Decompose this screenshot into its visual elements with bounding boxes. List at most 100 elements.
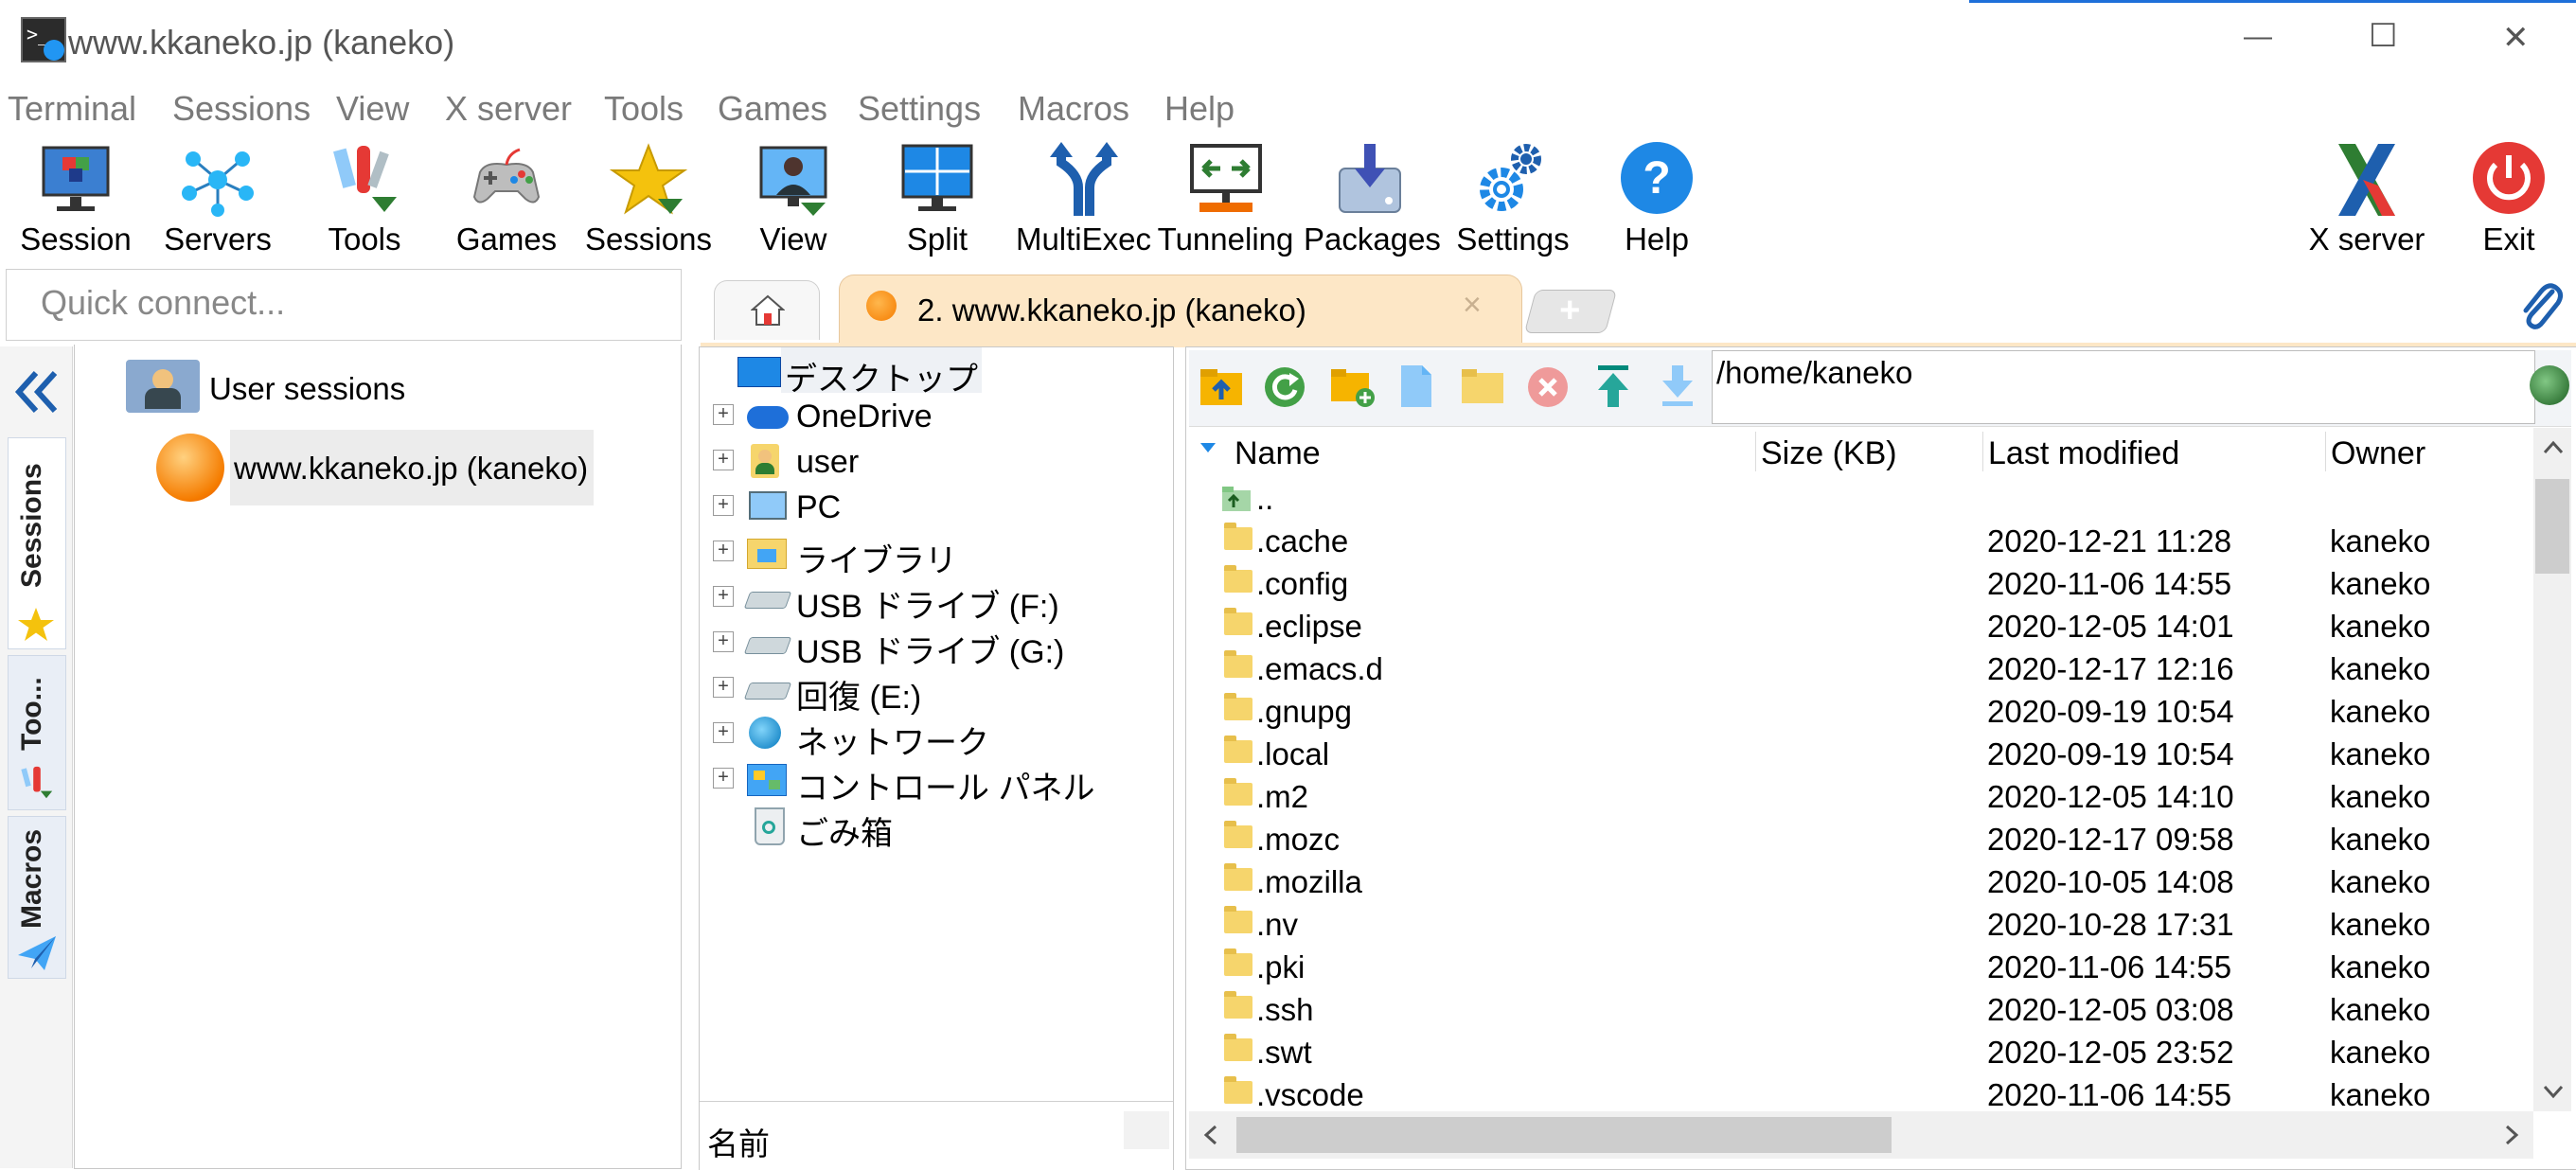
- tree-item-desktop[interactable]: デスクトップ: [717, 347, 1152, 398]
- tunneling-button[interactable]: Tunneling: [1157, 136, 1294, 263]
- gear-icon: [1480, 144, 1541, 211]
- expand-icon[interactable]: +: [713, 495, 734, 516]
- name-column-label[interactable]: 名前: [707, 1119, 770, 1164]
- file-row[interactable]: .mozc 2020-12-17 09:58 kaneko: [1188, 818, 2532, 860]
- menu-terminal[interactable]: Terminal: [8, 89, 136, 129]
- column-size[interactable]: Size (KB): [1761, 435, 1897, 472]
- vertical-scrollbar[interactable]: [2533, 428, 2571, 1111]
- new-folder-icon[interactable]: [1329, 365, 1377, 409]
- menu-tools[interactable]: Tools: [604, 89, 684, 129]
- file-row[interactable]: .vscode 2020-11-06 14:55 kaneko: [1188, 1073, 2532, 1116]
- packages-button[interactable]: Packages: [1304, 136, 1441, 263]
- horizontal-scroll-thumb[interactable]: [1236, 1117, 1892, 1153]
- help-button[interactable]: ? Help: [1590, 136, 1723, 263]
- file-row[interactable]: .m2 2020-12-05 14:10 kaneko: [1188, 775, 2532, 818]
- upload-icon[interactable]: [1594, 363, 1632, 409]
- chevron-right-icon[interactable]: [2505, 1125, 2520, 1145]
- exit-button[interactable]: Exit: [2447, 136, 2570, 263]
- tree-item-recovery-e[interactable]: + 回復 (E:): [700, 665, 1154, 716]
- menu-x-server[interactable]: X server: [445, 89, 572, 129]
- chevron-up-icon[interactable]: [2543, 439, 2564, 454]
- expand-icon[interactable]: +: [713, 677, 734, 698]
- split-button[interactable]: Split: [871, 136, 1004, 263]
- parent-folder-icon[interactable]: [1199, 365, 1244, 407]
- side-tab-tools[interactable]: Too...: [8, 655, 66, 810]
- menu-settings[interactable]: Settings: [858, 89, 981, 129]
- column-owner[interactable]: Owner: [2331, 435, 2425, 472]
- x-server-button[interactable]: X server: [2301, 136, 2433, 263]
- download-icon[interactable]: [1659, 363, 1697, 409]
- expand-icon[interactable]: +: [713, 722, 734, 743]
- home-tab[interactable]: [714, 280, 820, 340]
- menu-help[interactable]: Help: [1164, 89, 1235, 129]
- tree-item-library[interactable]: + ライブラリ: [700, 529, 1154, 579]
- menu-macros[interactable]: Macros: [1018, 89, 1129, 129]
- file-row[interactable]: .swt 2020-12-05 23:52 kaneko: [1188, 1031, 2532, 1073]
- tree-item-onedrive[interactable]: + OneDrive: [700, 393, 1154, 438]
- maximize-button[interactable]: ☐: [2369, 17, 2397, 55]
- delete-icon[interactable]: [1526, 365, 1570, 409]
- file-row[interactable]: .local 2020-09-19 10:54 kaneko: [1188, 733, 2532, 775]
- sessions-panel: User sessions www.kkaneko.jp (kaneko): [74, 345, 682, 1169]
- refresh-icon[interactable]: [1263, 365, 1306, 409]
- tree-item-pc[interactable]: + PC: [700, 484, 1154, 529]
- file-name: .vscode: [1256, 1077, 1364, 1112]
- file-row[interactable]: .pki 2020-11-06 14:55 kaneko: [1188, 946, 2532, 988]
- expand-icon[interactable]: +: [713, 450, 734, 470]
- minimize-button[interactable]: —: [2244, 21, 2272, 53]
- chevron-down-icon[interactable]: [2543, 1085, 2564, 1100]
- expand-icon[interactable]: +: [713, 768, 734, 789]
- open-folder-icon[interactable]: [1460, 367, 1507, 407]
- remote-globe-icon[interactable]: [2530, 365, 2569, 405]
- file-row[interactable]: .eclipse 2020-12-05 14:01 kaneko: [1188, 605, 2532, 647]
- sessions-button[interactable]: Sessions: [582, 136, 715, 263]
- new-tab-button[interactable]: +: [1523, 290, 1618, 333]
- chevron-left-icon[interactable]: [1202, 1125, 1217, 1145]
- settings-button[interactable]: Settings: [1447, 136, 1579, 263]
- collapse-sidebar-button[interactable]: [8, 363, 64, 420]
- menu-games[interactable]: Games: [718, 89, 827, 129]
- file-row[interactable]: .config 2020-11-06 14:55 kaneko: [1188, 562, 2532, 605]
- column-name[interactable]: Name: [1235, 435, 1321, 472]
- tree-item-control-panel[interactable]: + コントロール パネル: [700, 756, 1154, 807]
- file-row[interactable]: .gnupg 2020-09-19 10:54 kaneko: [1188, 690, 2532, 733]
- tree-item-usb-g[interactable]: + USB ドライブ (G:): [700, 620, 1154, 670]
- expand-icon[interactable]: +: [713, 586, 734, 607]
- menu-sessions[interactable]: Sessions: [172, 89, 311, 129]
- menu-view[interactable]: View: [336, 89, 409, 129]
- new-file-icon[interactable]: [1397, 363, 1435, 409]
- tree-item-user[interactable]: + user: [700, 438, 1154, 484]
- close-window-button[interactable]: ✕: [2502, 19, 2530, 57]
- expand-icon[interactable]: +: [713, 541, 734, 561]
- servers-button[interactable]: Servers: [151, 136, 284, 263]
- expand-icon[interactable]: +: [713, 404, 734, 425]
- session-tab-active[interactable]: 2. www.kkaneko.jp (kaneko) ×: [839, 275, 1522, 347]
- file-row[interactable]: .mozilla 2020-10-05 14:08 kaneko: [1188, 860, 2532, 903]
- session-group-row[interactable]: User sessions: [126, 358, 505, 415]
- horizontal-scrollbar[interactable]: [1189, 1111, 2533, 1159]
- session-item-row[interactable]: www.kkaneko.jp (kaneko): [156, 430, 667, 505]
- games-button[interactable]: Games: [440, 136, 573, 263]
- parent-dir-row[interactable]: ..: [1188, 477, 2532, 520]
- file-row[interactable]: .ssh 2020-12-05 03:08 kaneko: [1188, 988, 2532, 1031]
- column-last-modified[interactable]: Last modified: [1988, 435, 2179, 472]
- file-row[interactable]: .cache 2020-12-21 11:28 kaneko: [1188, 520, 2532, 562]
- side-tab-sessions[interactable]: Sessions: [8, 437, 66, 649]
- side-tab-macros[interactable]: Macros: [8, 816, 66, 979]
- tree-item-usb-f[interactable]: + USB ドライブ (F:): [700, 575, 1154, 625]
- file-row[interactable]: .nv 2020-10-28 17:31 kaneko: [1188, 903, 2532, 946]
- multiexec-button[interactable]: MultiExec: [1015, 136, 1152, 263]
- attachment-icon[interactable]: [2516, 278, 2564, 331]
- tools-button[interactable]: Tools: [298, 136, 431, 263]
- vertical-scroll-thumb[interactable]: [2535, 479, 2569, 574]
- tab-close-button[interactable]: ×: [1463, 287, 1482, 324]
- view-button[interactable]: View: [727, 136, 860, 263]
- expand-icon[interactable]: +: [713, 631, 734, 652]
- session-button[interactable]: Session: [9, 136, 142, 263]
- quick-connect-field[interactable]: Quick connect...: [6, 269, 682, 341]
- tree-item-recycle-bin[interactable]: ごみ箱: [700, 802, 1154, 852]
- globe-icon: [156, 434, 224, 502]
- tree-item-network[interactable]: + ネットワーク: [700, 711, 1154, 761]
- path-input[interactable]: /home/kaneko: [1712, 350, 2535, 424]
- file-row[interactable]: .emacs.d 2020-12-17 12:16 kaneko: [1188, 647, 2532, 690]
